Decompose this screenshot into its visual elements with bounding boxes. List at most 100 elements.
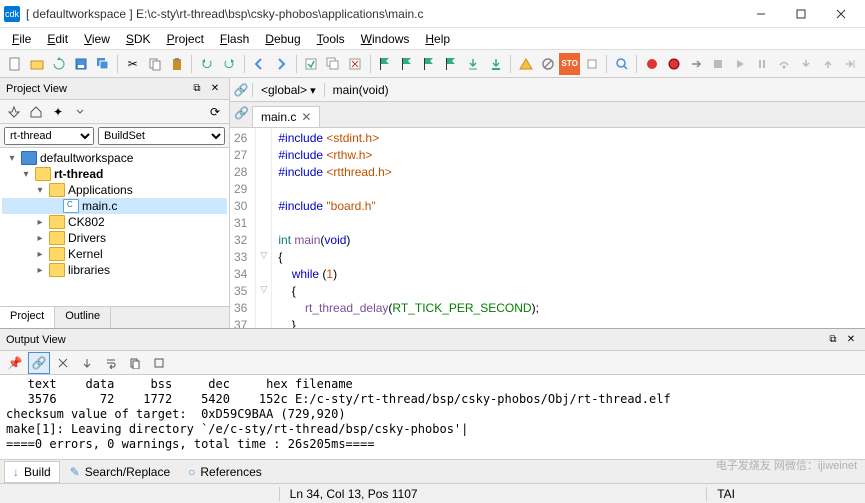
home-icon[interactable] <box>26 102 46 122</box>
tab-search[interactable]: ✎Search/Replace <box>62 462 178 482</box>
open-icon[interactable] <box>26 53 47 75</box>
tab-label: main.c <box>261 110 296 124</box>
flag2-icon[interactable] <box>397 53 418 75</box>
project-view-panel: Project View ⧉ ✕ ✦ ⟳ rt-thread BuildSet … <box>0 78 230 328</box>
arrow-icon[interactable] <box>685 53 706 75</box>
panel-close-icon[interactable]: ✕ <box>207 81 223 97</box>
out-copy-icon[interactable] <box>124 352 146 374</box>
search-icon[interactable] <box>611 53 632 75</box>
nav-fwd-icon[interactable] <box>271 53 292 75</box>
build-icon[interactable] <box>301 53 322 75</box>
collapse-icon[interactable] <box>70 102 90 122</box>
sync-icon[interactable]: ⟳ <box>205 102 225 122</box>
tab-build[interactable]: ↓Build <box>4 461 60 483</box>
settings-icon[interactable] <box>581 53 602 75</box>
editor-link2-icon[interactable]: 🔗 <box>234 106 249 120</box>
crumb-function[interactable]: main(void) <box>324 83 865 97</box>
status-encoding: TAI <box>706 487 745 501</box>
window-title: [ defaultworkspace ] E:\c-sty\rt-thread\… <box>26 7 741 21</box>
menu-windows[interactable]: Windows <box>353 30 418 48</box>
stop-icon[interactable] <box>707 53 728 75</box>
run-flag-icon[interactable] <box>375 53 396 75</box>
menu-view[interactable]: View <box>76 30 118 48</box>
tree-item-ck802[interactable]: ▸CK802 <box>2 214 227 230</box>
rebuild-icon[interactable] <box>323 53 344 75</box>
warn-icon[interactable] <box>515 53 536 75</box>
new-file-icon[interactable] <box>4 53 25 75</box>
maximize-button[interactable] <box>781 0 821 28</box>
paste-icon[interactable] <box>166 53 187 75</box>
output-text[interactable]: text data bss dec hex filename 3576 72 1… <box>0 375 865 459</box>
output-close-icon[interactable]: ✕ <box>843 332 859 348</box>
step-over-icon[interactable] <box>774 53 795 75</box>
redo-icon[interactable] <box>218 53 239 75</box>
out-save-icon[interactable] <box>148 352 170 374</box>
tab-close-icon[interactable]: ✕ <box>301 110 311 124</box>
out-link-icon[interactable]: 🔗 <box>28 352 50 374</box>
output-undock-icon[interactable]: ⧉ <box>825 332 841 348</box>
step-into-icon[interactable] <box>796 53 817 75</box>
nav-back-icon[interactable] <box>248 53 269 75</box>
tab-project[interactable]: Project <box>0 307 55 328</box>
undo-icon[interactable] <box>196 53 217 75</box>
out-scroll-icon[interactable] <box>76 352 98 374</box>
flag3-icon[interactable] <box>419 53 440 75</box>
copy-icon[interactable] <box>144 53 165 75</box>
statusbar: Ln 34, Col 13, Pos 1107 TAI <box>0 483 865 503</box>
menu-tools[interactable]: Tools <box>309 30 353 48</box>
tree-item-applications[interactable]: ▾Applications <box>2 182 227 198</box>
download2-icon[interactable] <box>485 53 506 75</box>
panel-undock-icon[interactable]: ⧉ <box>189 81 205 97</box>
tree-item-libraries[interactable]: ▸libraries <box>2 262 227 278</box>
titlebar: cdk [ defaultworkspace ] E:\c-sty\rt-thr… <box>0 0 865 28</box>
abort-icon[interactable]: STO <box>559 53 580 75</box>
link-icon[interactable]: ✦ <box>48 102 68 122</box>
menu-file[interactable]: File <box>4 30 39 48</box>
menu-edit[interactable]: Edit <box>39 30 76 48</box>
clean-icon[interactable] <box>345 53 366 75</box>
run-to-icon[interactable] <box>840 53 861 75</box>
editor-tab-mainc[interactable]: main.c ✕ <box>252 106 320 127</box>
editor-panel: 🔗 <global> ▾ main(void) 🔗 main.c ✕ 26272… <box>230 78 865 328</box>
pause-icon[interactable] <box>752 53 773 75</box>
project-tree[interactable]: ▾defaultworkspace▾rt-thread▾Applications… <box>0 148 229 306</box>
close-button[interactable] <box>821 0 861 28</box>
record-icon[interactable] <box>641 53 662 75</box>
tree-item-rt-thread[interactable]: ▾rt-thread <box>2 166 227 182</box>
tab-outline[interactable]: Outline <box>55 307 111 328</box>
tree-item-drivers[interactable]: ▸Drivers <box>2 230 227 246</box>
out-wrap-icon[interactable] <box>100 352 122 374</box>
locate-icon[interactable] <box>4 102 24 122</box>
menu-flash[interactable]: Flash <box>212 30 257 48</box>
tree-item-main-c[interactable]: main.c <box>2 198 227 214</box>
menu-help[interactable]: Help <box>417 30 458 48</box>
save-icon[interactable] <box>70 53 91 75</box>
step-out-icon[interactable] <box>818 53 839 75</box>
minimize-button[interactable] <box>741 0 781 28</box>
menu-sdk[interactable]: SDK <box>118 30 159 48</box>
cut-icon[interactable]: ✂ <box>122 53 143 75</box>
project-selector[interactable]: rt-thread <box>4 127 94 145</box>
menu-project[interactable]: Project <box>159 30 212 48</box>
output-view-title: Output View <box>6 334 823 346</box>
refresh-icon[interactable] <box>48 53 69 75</box>
status-position: Ln 34, Col 13, Pos 1107 <box>279 487 428 501</box>
menu-debug[interactable]: Debug <box>257 30 308 48</box>
buildset-selector[interactable]: BuildSet <box>98 127 225 145</box>
download-icon[interactable] <box>463 53 484 75</box>
crumb-scope[interactable]: <global> ▾ <box>252 83 324 97</box>
play-icon[interactable] <box>730 53 751 75</box>
tree-item-defaultworkspace[interactable]: ▾defaultworkspace <box>2 150 227 166</box>
editor-link-icon[interactable]: 🔗 <box>230 83 252 97</box>
out-clear-icon[interactable] <box>52 352 74 374</box>
breakpoint-icon[interactable] <box>663 53 684 75</box>
out-pin-icon[interactable]: 📌 <box>4 352 26 374</box>
output-view-panel: Output View ⧉ ✕ 📌 🔗 text data bss dec he… <box>0 328 865 483</box>
flag4-icon[interactable] <box>441 53 462 75</box>
disable-icon[interactable] <box>537 53 558 75</box>
save-all-icon[interactable] <box>92 53 113 75</box>
project-view-title: Project View <box>6 83 187 95</box>
tree-item-kernel[interactable]: ▸Kernel <box>2 246 227 262</box>
tab-references[interactable]: ○References <box>180 462 270 482</box>
code-editor[interactable]: 26272829303132333435363738 ▽▽ #include <… <box>230 128 865 328</box>
